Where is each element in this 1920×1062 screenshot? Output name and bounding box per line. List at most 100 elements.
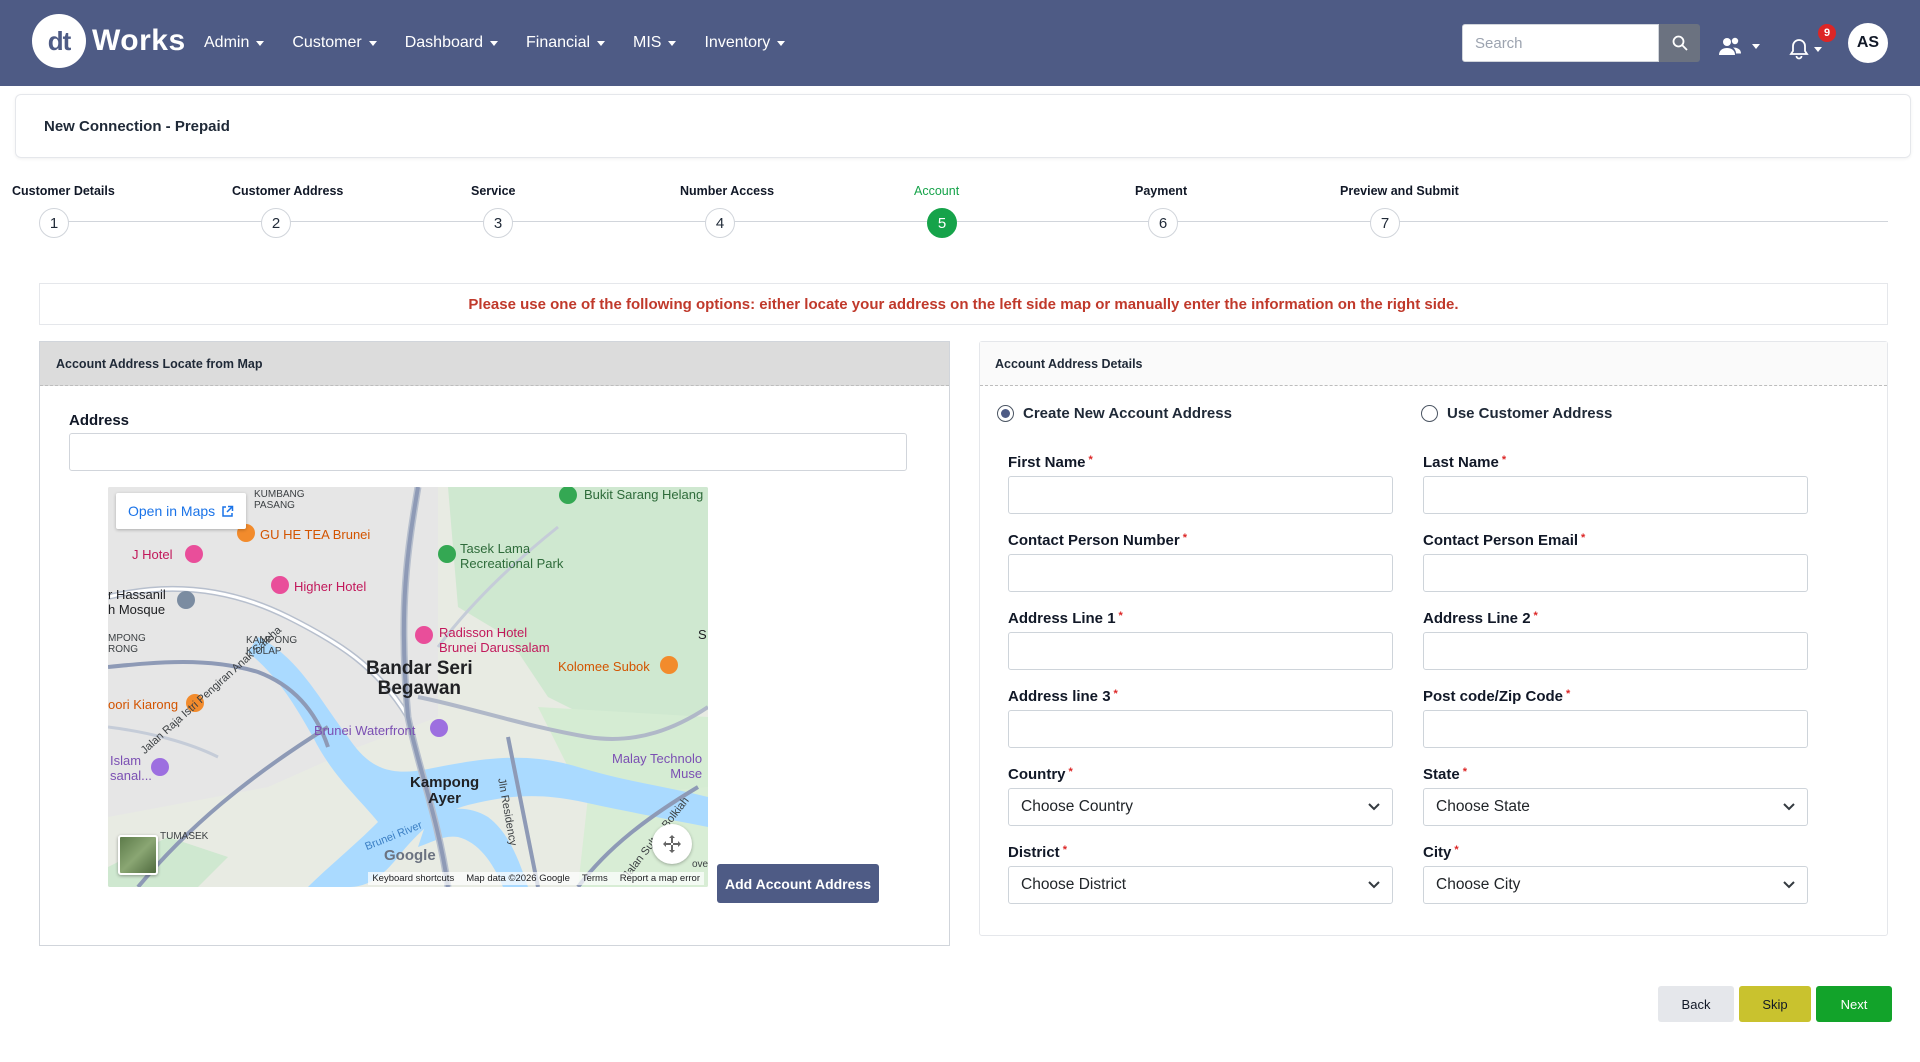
caret-down-icon: [597, 40, 606, 46]
skip-button[interactable]: Skip: [1739, 986, 1811, 1022]
nav-admin[interactable]: Admin: [204, 34, 265, 52]
instruction-notice: Please use one of the following options:…: [39, 283, 1888, 325]
state-label: State *: [1423, 766, 1467, 783]
nav-financial[interactable]: Financial: [526, 34, 606, 52]
page-title-card: New Connection - Prepaid: [15, 94, 1911, 158]
step-number[interactable]: 5: [927, 208, 957, 238]
notification-badge: 9: [1818, 24, 1836, 42]
open-in-maps-link[interactable]: Open in Maps: [116, 493, 247, 529]
address-line-1-input[interactable]: [1008, 632, 1393, 670]
radio-button-unchecked[interactable]: [1421, 405, 1438, 422]
last-name-input[interactable]: [1423, 476, 1808, 514]
map-label: Islam sanal...: [110, 753, 152, 783]
city-label: City *: [1423, 844, 1459, 861]
address-input[interactable]: [69, 433, 907, 471]
chevron-down-icon: [1368, 803, 1380, 811]
first-name-input[interactable]: [1008, 476, 1393, 514]
chevron-down-icon: [1368, 881, 1380, 889]
caret-down-icon: [1814, 46, 1822, 52]
users-icon: [1719, 37, 1741, 55]
map-label: Higher Hotel: [294, 579, 367, 594]
map-attribution: Keyboard shortcuts Map data ©2026 Google…: [368, 872, 704, 885]
nav-dashboard[interactable]: Dashboard: [405, 34, 498, 52]
external-link-icon: [222, 505, 234, 517]
district-select[interactable]: Choose District: [1008, 866, 1393, 904]
notifications[interactable]: [1788, 38, 1822, 60]
postcode-label: Post code/Zip Code *: [1423, 688, 1571, 705]
search-input[interactable]: [1462, 24, 1659, 62]
report-map-error-link[interactable]: Report a map error: [620, 873, 700, 884]
step-number[interactable]: 1: [39, 208, 69, 238]
map-panel-title: Account Address Locate from Map: [40, 342, 949, 386]
search-icon: [1672, 35, 1688, 51]
district-label: District *: [1008, 844, 1067, 861]
top-navbar: dt Works Admin Customer Dashboard Financ…: [0, 0, 1920, 86]
keyboard-shortcuts-link[interactable]: Keyboard shortcuts: [372, 873, 454, 884]
main-nav: Admin Customer Dashboard Financial MIS I…: [204, 0, 786, 86]
address-line-1-label: Address Line 1 *: [1008, 610, 1123, 627]
map-label: KUMBANG PASANG: [254, 489, 305, 511]
step-number[interactable]: 3: [483, 208, 513, 238]
address-line-3-input[interactable]: [1008, 710, 1393, 748]
contact-number-input[interactable]: [1008, 554, 1393, 592]
details-panel-title: Account Address Details: [980, 342, 1887, 386]
radio-use-customer-address[interactable]: Use Customer Address: [1421, 405, 1612, 422]
avatar[interactable]: AS: [1848, 23, 1888, 63]
users-menu[interactable]: [1718, 36, 1760, 56]
country-label: Country *: [1008, 766, 1073, 783]
map-label: Bukit Sarang Helang: [584, 487, 704, 502]
nav-customer[interactable]: Customer: [292, 34, 377, 52]
map-label: GU HE TEA Brunei: [260, 527, 371, 542]
postcode-input[interactable]: [1423, 710, 1808, 748]
logo-mark: dt: [32, 14, 86, 68]
city-select[interactable]: Choose City: [1423, 866, 1808, 904]
add-account-address-button[interactable]: Add Account Address: [717, 864, 879, 903]
address-label: Address: [69, 412, 130, 429]
step-number[interactable]: 7: [1370, 208, 1400, 238]
caret-down-icon: [668, 40, 677, 46]
bell-icon: [1789, 39, 1809, 60]
map-label: Radisson Hotel Brunei Darussalam: [439, 625, 550, 655]
wizard-stepper: Customer Details 1 Customer Address 2 Se…: [0, 176, 1920, 246]
step-number[interactable]: 6: [1148, 208, 1178, 238]
radio-create-new-address[interactable]: Create New Account Address: [997, 405, 1232, 422]
contact-email-label: Contact Person Email *: [1423, 532, 1586, 549]
contact-number-label: Contact Person Number *: [1008, 532, 1187, 549]
account-address-details-panel: Account Address Details Create New Accou…: [979, 341, 1888, 936]
address-line-2-input[interactable]: [1423, 632, 1808, 670]
map-label: Kampong Ayer: [410, 774, 480, 807]
radio-button-checked[interactable]: [997, 405, 1014, 422]
terms-link[interactable]: Terms: [582, 873, 608, 884]
map-layer-toggle[interactable]: [118, 835, 158, 875]
country-select[interactable]: Choose Country: [1008, 788, 1393, 826]
caret-down-icon: [256, 40, 265, 46]
state-select[interactable]: Choose State: [1423, 788, 1808, 826]
map-locate-panel: Account Address Locate from Map Address: [39, 341, 950, 946]
address-line-2-label: Address Line 2 *: [1423, 610, 1538, 627]
last-name-label: Last Name *: [1423, 454, 1507, 471]
map-fullscreen-button[interactable]: [652, 824, 692, 864]
back-button[interactable]: Back: [1658, 986, 1734, 1022]
map-label: Tasek Lama Recreational Park: [460, 541, 564, 571]
step-number[interactable]: 4: [705, 208, 735, 238]
map-label: Kolomee Subok: [558, 659, 650, 674]
stepper-line: [54, 221, 1888, 222]
fullscreen-icon: [663, 835, 681, 853]
next-button[interactable]: Next: [1816, 986, 1892, 1022]
map-label: Malay Technolo Muse: [612, 751, 703, 781]
app-logo[interactable]: dt Works: [32, 14, 186, 68]
google-map[interactable]: Open in Maps KUMBANG PASANG GU HE TEA Br…: [108, 487, 708, 887]
map-label: ove: [692, 859, 708, 870]
step-number[interactable]: 2: [261, 208, 291, 238]
map-label: MPONG RONG: [108, 633, 146, 655]
caret-down-icon: [490, 40, 498, 46]
nav-inventory[interactable]: Inventory: [704, 34, 786, 52]
contact-email-input[interactable]: [1423, 554, 1808, 592]
nav-mis[interactable]: MIS: [633, 34, 677, 52]
page-title: New Connection - Prepaid: [44, 117, 230, 135]
map-label: TUMASEK: [160, 831, 209, 842]
map-label: Bandar Seri Begawan: [366, 658, 473, 699]
address-line-3-label: Address line 3 *: [1008, 688, 1118, 705]
chevron-down-icon: [1783, 803, 1795, 811]
search-button[interactable]: [1659, 24, 1700, 62]
